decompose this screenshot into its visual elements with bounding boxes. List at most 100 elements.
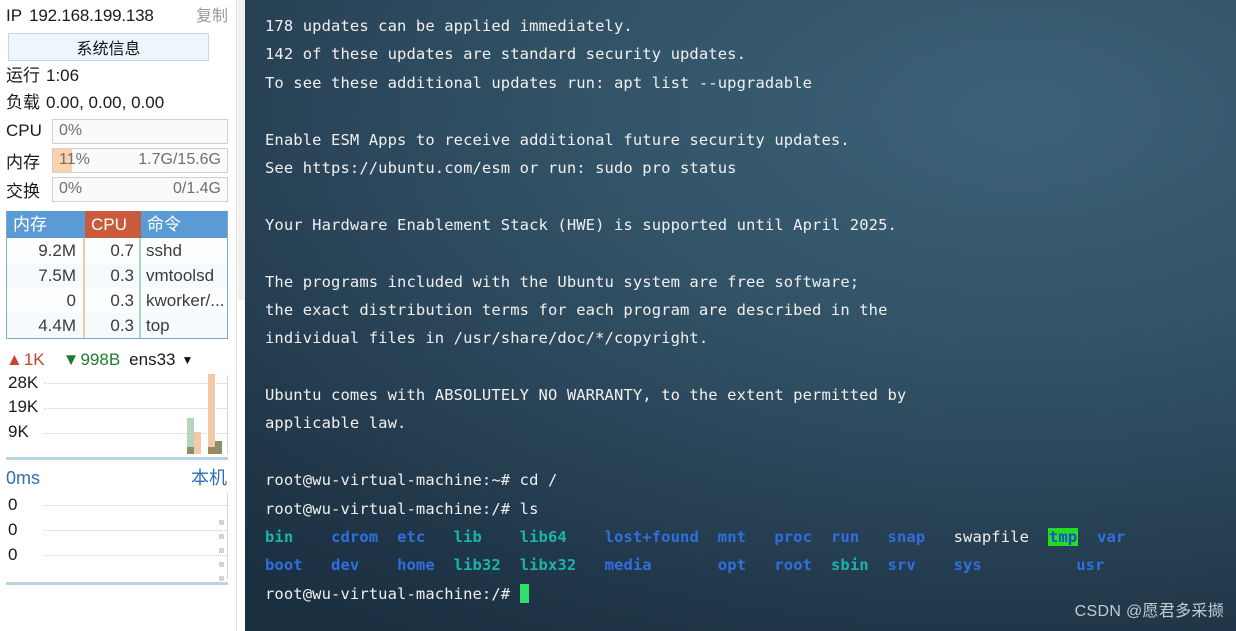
terminal-text: lost+found <box>604 528 718 547</box>
gridline <box>44 530 227 531</box>
network-upload-value: 1K <box>23 350 45 369</box>
network-interface-name[interactable]: ens33 <box>129 350 175 370</box>
terminal-text: Enable ESM Apps to receive additional fu… <box>265 130 850 149</box>
terminal-line: Your Hardware Enablement Stack (HWE) is … <box>265 211 1236 239</box>
terminal-text: opt <box>717 556 775 575</box>
chevron-down-icon[interactable]: ▼ <box>181 353 193 367</box>
terminal-text: etc <box>397 528 454 547</box>
terminal-text: sys <box>953 556 1048 575</box>
cell-command: kworker/... <box>146 291 225 310</box>
gauge-detail-text: 0/1.4G <box>172 180 221 197</box>
cell-memory: 0 <box>7 288 85 313</box>
uptime-value: 1:06 <box>46 66 80 85</box>
terminal-text: var <box>1097 528 1126 547</box>
column-header-memory[interactable]: 内存 <box>7 211 85 238</box>
ping-latency-value: 0ms <box>6 468 41 488</box>
sidebar-content: IP 192.168.199.138 复制 系统信息 运行 1:06 负载 0.00… <box>0 0 236 631</box>
terminal-text: dev <box>331 556 398 575</box>
sidebar-scrollbar[interactable] <box>236 0 245 631</box>
terminal-text: libx32 <box>519 556 605 575</box>
terminal-text: root <box>774 556 831 575</box>
loadavg-value: 0.00, 0.00, 0.00 <box>46 93 165 112</box>
gauge-bar: 11% 1.7G/15.6G <box>52 147 228 173</box>
gauge-row-交换: 交换 0% 0/1.4G <box>0 176 236 202</box>
terminal-text: boot <box>265 556 332 575</box>
terminal-text: lib <box>453 528 520 547</box>
column-header-cpu[interactable]: CPU <box>85 211 141 238</box>
scroll-dots <box>219 520 224 590</box>
down-arrow-icon: ▼ <box>62 350 80 369</box>
cell-cpu: 0.7 <box>85 238 141 263</box>
ping-summary-row: 0ms 本机 <box>0 464 236 493</box>
network-ylabel-2: 9K <box>8 422 29 441</box>
terminal-text: mnt <box>717 528 775 547</box>
ip-label: IP <box>6 6 23 25</box>
terminal-text: the exact distribution terms for each pr… <box>265 300 888 319</box>
terminal-text: 142 of these updates are standard securi… <box>265 45 747 64</box>
gauge-row-CPU: CPU 0% <box>0 118 236 144</box>
terminal-text: Your Hardware Enablement Stack (HWE) is … <box>265 215 897 234</box>
gauge-row-内存: 内存 11% 1.7G/15.6G <box>0 147 236 173</box>
terminal-line: applicable law. <box>265 409 1236 437</box>
terminal-output[interactable]: 178 updates can be applied immediately. 1… <box>245 0 1236 631</box>
network-bar-up <box>194 432 201 454</box>
gauge-percent-text: 0% <box>59 180 83 197</box>
table-row[interactable]: 0 0.3 kworker/... <box>7 288 227 313</box>
terminal-text: srv <box>887 556 954 575</box>
ping-ylabel-1: 0 <box>8 520 18 539</box>
gauge-label: 内存 <box>6 152 40 172</box>
table-row[interactable]: 7.5M 0.3 vmtoolsd <box>7 263 227 288</box>
terminal-text: root@wu-virtual-machine:/# ls <box>265 499 539 518</box>
cell-memory: 7.5M <box>7 263 85 288</box>
terminal-text: usr <box>1076 556 1105 575</box>
terminal-text: The programs included with the Ubuntu sy… <box>265 272 860 291</box>
table-row[interactable]: 9.2M 0.7 sshd <box>7 238 227 263</box>
terminal-text: swapfile <box>953 528 1048 547</box>
terminal-line: To see these additional updates run: apt… <box>265 69 1236 97</box>
process-table-body: 9.2M 0.7 sshd 7.5M 0.3 vmtoolsd 0 0.3 kworker/..… <box>7 238 227 338</box>
gauge-bar: 0% 0/1.4G <box>52 176 228 202</box>
terminal-text: individual files in /usr/share/doc/*/cop… <box>265 329 709 348</box>
terminal-text: 178 updates can be applied immediately. <box>265 17 633 35</box>
cell-command: sshd <box>146 241 182 260</box>
terminal-text: lib32 <box>453 556 520 575</box>
sidebar-scrollbar-thumb[interactable] <box>238 0 245 300</box>
terminal-cursor <box>519 583 529 603</box>
terminal-line: root@wu-virtual-machine:/# ls <box>265 495 1236 523</box>
loadavg-label: 负载 <box>6 93 40 112</box>
copy-ip-button[interactable]: 复制 <box>196 2 228 26</box>
uptime-row: 运行 1:06 <box>0 61 236 88</box>
terminal-text: See https://ubuntu.com/esm or run: sudo … <box>265 158 737 177</box>
terminal-line: the exact distribution terms for each pr… <box>265 296 1236 324</box>
cell-command: vmtoolsd <box>146 266 215 285</box>
terminal-line: The programs included with the Ubuntu sy… <box>265 268 1236 296</box>
ping-target-host[interactable]: 本机 <box>191 464 227 490</box>
terminal-text: home <box>397 556 454 575</box>
terminal-text: snap <box>887 528 954 547</box>
gauge-percent-text: 0% <box>59 122 83 139</box>
cell-cpu: 0.3 <box>85 288 141 313</box>
network-bar-down-2 <box>215 441 222 454</box>
network-summary-row: ▲ 1K ▼ 998B ens33 ▼ <box>0 345 236 375</box>
network-bar-up-tall <box>208 374 215 454</box>
terminal-text: Ubuntu comes with ABSOLUTELY NO WARRANTY… <box>265 386 907 405</box>
process-table[interactable]: 内存 CPU 命令 9.2M 0.7 sshd 7.5M 0.3 vmtoolsd 0 0.3… <box>6 211 228 339</box>
cell-cpu: 0.3 <box>85 263 141 288</box>
network-download-value: 998B <box>80 350 121 369</box>
network-traffic-graph: 28K 19K 9K <box>6 373 228 460</box>
terminal-text: run <box>830 528 888 547</box>
terminal-line: Enable ESM Apps to receive additional fu… <box>265 126 1236 154</box>
terminal-text: bin <box>265 528 332 547</box>
system-info-button[interactable]: 系统信息 <box>8 33 209 61</box>
gauge-label: CPU <box>6 121 42 140</box>
network-bar-up-base <box>208 447 215 454</box>
column-header-command[interactable]: 命令 <box>141 211 227 238</box>
cell-memory: 9.2M <box>7 238 85 263</box>
table-row[interactable]: 4.4M 0.3 top <box>7 313 227 338</box>
gridline <box>44 383 227 384</box>
gauge-detail-text: 1.7G/15.6G <box>138 151 221 168</box>
network-bar-down-base <box>187 447 194 454</box>
terminal-line: bin cdrom etc lib lib64 lost+found mnt p… <box>265 523 1236 551</box>
cell-cpu: 0.3 <box>85 313 141 338</box>
